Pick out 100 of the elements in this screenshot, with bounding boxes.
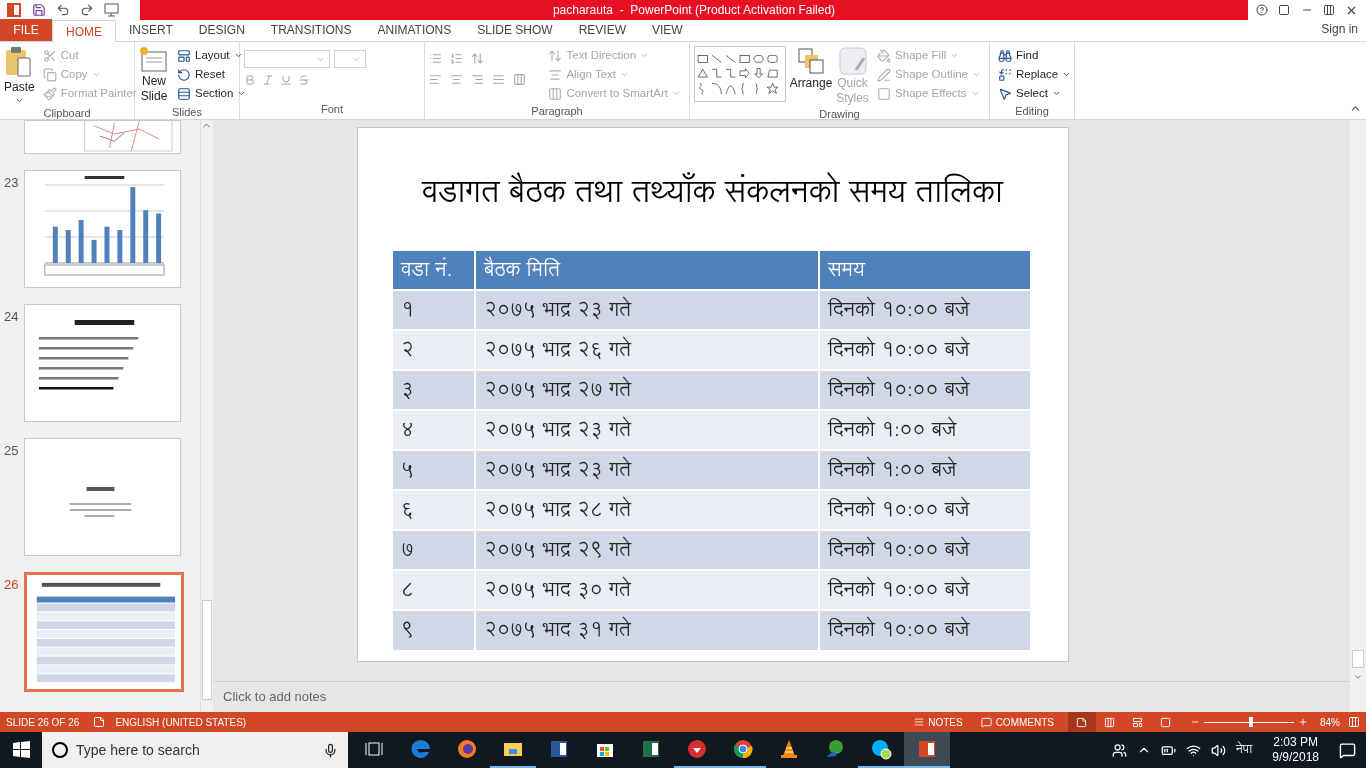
slide-thumbnail[interactable] (24, 170, 181, 288)
group-label: Drawing (819, 107, 860, 122)
presentation-icon[interactable] (104, 3, 120, 17)
paint-bucket-icon (877, 48, 892, 63)
table-cell: २०७५ भाद्र २६ गते (475, 329, 819, 370)
shapes-gallery[interactable] (694, 46, 786, 102)
slide-thumbnail[interactable] (24, 304, 181, 422)
table-cell: दिनको १०:०० बजे (819, 569, 1031, 610)
table-cell: दिनको १०:०० बजे (819, 369, 1031, 410)
sign-in-link[interactable]: Sign in (1321, 20, 1366, 41)
save-icon[interactable] (32, 3, 46, 17)
volume-icon[interactable] (1211, 742, 1226, 758)
paste-button[interactable]: Paste (4, 46, 35, 105)
styles-icon (837, 46, 868, 76)
line-spacing-icon[interactable] (471, 52, 484, 65)
table-cell: २ (393, 329, 475, 370)
table-cell: २०७५ भाद्र २९ गते (475, 529, 819, 570)
cortana-icon (52, 742, 68, 758)
caret-icon (672, 89, 681, 98)
undo-icon[interactable] (56, 3, 70, 17)
table-cell: दिनको १०:०० बजे (819, 289, 1031, 330)
presentation-app-icon[interactable] (904, 732, 950, 768)
scrollbar-thumb[interactable] (202, 600, 212, 700)
ribbon-tab[interactable]: TRANSITIONS (257, 19, 365, 41)
help-icon[interactable] (1256, 4, 1268, 16)
table-cell: २०७५ भाद ३१ गते (475, 609, 819, 650)
input-language[interactable]: नेपा (1236, 741, 1253, 759)
slide-number: 23 (4, 175, 19, 190)
column-header: बैठक मिति (475, 250, 819, 290)
justify-icon[interactable] (492, 73, 505, 86)
ribbon-button[interactable]: Section (173, 84, 251, 103)
zoom-in-icon[interactable] (1298, 717, 1308, 727)
section-icon (177, 86, 191, 101)
bullets-icon[interactable] (429, 52, 442, 65)
table-cell: १ (393, 289, 475, 330)
table-cell: ३ (393, 369, 475, 410)
ribbon-tab[interactable]: ANIMATIONS (364, 19, 465, 41)
table-cell: ८ (393, 569, 475, 610)
window-title: pacharauta - PowerPoint (Product Activation Failed) (552, 2, 836, 19)
redo-icon[interactable] (80, 3, 94, 17)
slide-thumbnail[interactable] (24, 120, 181, 154)
microphone-icon[interactable] (323, 742, 338, 758)
align-left-icon[interactable] (429, 73, 442, 86)
wifi-icon[interactable] (1186, 742, 1201, 758)
replace-icon (998, 67, 1012, 82)
numbering-icon[interactable] (450, 52, 463, 65)
comments-button[interactable]: COMMENTS (980, 714, 1054, 730)
slide-thumbnail[interactable] (24, 438, 181, 556)
table-cell: २०७५ भाद्र २३ गते (475, 449, 819, 490)
people-icon[interactable] (1112, 742, 1127, 758)
reset-icon (177, 67, 191, 82)
file-tab[interactable]: FILE (0, 19, 52, 41)
new-slide-button[interactable]: New Slide (139, 46, 169, 104)
normal-view-icon[interactable] (1068, 712, 1096, 732)
ribbon-tab[interactable]: VIEW (638, 19, 696, 41)
ribbon-tab[interactable]: HOME (52, 20, 116, 42)
ribbon-tab[interactable]: INSERT (116, 19, 186, 41)
slide-thumbnail[interactable] (24, 572, 184, 692)
ribbon-tab[interactable]: SLIDE SHOW (464, 19, 566, 41)
ribbon-button[interactable]: Replace (994, 65, 1076, 84)
table-cell: २०७५ भाद्र २३ गते (475, 289, 819, 330)
table-cell: २०७५ भाद्र २८ गते (475, 489, 819, 530)
table-cell: ४ (393, 409, 475, 450)
caret-icon (91, 70, 101, 79)
scrollbar[interactable] (200, 120, 213, 712)
scrollbar[interactable] (1350, 120, 1366, 712)
copy-icon (42, 67, 57, 82)
clock-time[interactable]: 2:03 PM (1273, 735, 1318, 750)
ribbon-button[interactable]: Arrange (789, 46, 832, 106)
ribbon-button[interactable]: Select (994, 84, 1076, 103)
clock-date[interactable]: 9/9/2018 (1272, 750, 1319, 765)
notification-icon[interactable] (1339, 741, 1356, 759)
column-header: वडा नं. (393, 250, 475, 290)
font-size-field[interactable] (334, 50, 366, 68)
slide-number: 24 (4, 309, 19, 324)
search-field[interactable]: Type here to search (42, 732, 348, 768)
scrollbar-thumb[interactable] (1352, 650, 1364, 668)
language-indicator[interactable]: ENGLISH (UNITED STATES) (115, 714, 247, 730)
notes-placeholder[interactable]: Click to add notes (223, 687, 327, 707)
brush-icon (42, 86, 57, 101)
zoom-level[interactable]: 84% (1320, 714, 1340, 730)
underline-icon[interactable] (280, 74, 292, 86)
table-cell: ९ (393, 609, 475, 650)
ribbon-display-icon[interactable] (1278, 4, 1291, 16)
ribbon-tab[interactable]: DESIGN (185, 19, 258, 41)
table-cell: ६ (393, 489, 475, 530)
font-name-field[interactable] (244, 50, 330, 68)
binoculars-icon (998, 48, 1012, 63)
ribbon-button[interactable]: Layout (173, 46, 251, 65)
align-center-icon[interactable] (450, 73, 463, 86)
ribbon-button[interactable]: Find (994, 46, 1076, 65)
zoom-slider-thumb[interactable] (1248, 717, 1253, 727)
ribbon-button[interactable]: Reset (173, 65, 251, 84)
table-cell: दिनको १०:०० बजे (819, 329, 1031, 370)
scroll-down-icon[interactable] (1353, 672, 1363, 682)
notes-button[interactable]: NOTES (914, 714, 963, 730)
align-right-icon[interactable] (471, 73, 484, 86)
ribbon-tab[interactable]: REVIEW (565, 19, 639, 41)
columns-icon[interactable] (513, 73, 526, 86)
zoom-slider[interactable] (1204, 716, 1294, 728)
